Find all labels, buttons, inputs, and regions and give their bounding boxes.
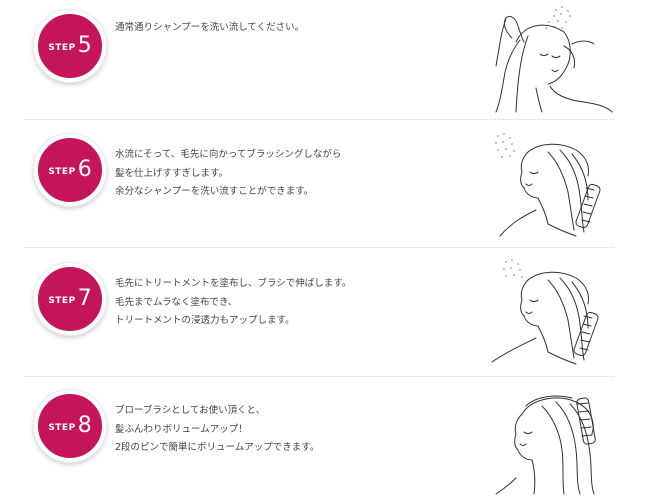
step-5-badge: STEP 5 [34,10,106,82]
step-8-description: ブローブラシとしてお使い頂くと、 髪ふんわりボリュームアップ！ 2段のピンで簡単… [115,402,445,458]
step-7-description: 毛先にトリートメントを塗布し、ブラシで伸ばします。 毛先までムラなく塗布でき、 … [115,275,445,331]
step-label: STEP [48,423,76,433]
step-6-illustration [495,133,601,237]
step-7-line-3: トリートメントの浸透力もアップします。 [115,315,295,326]
hair-brush-icon [573,311,599,357]
step-number: 7 [77,286,92,311]
step-divider [24,376,614,377]
step-6-line-3: 余分なシャンプーを洗い流すことができます。 [115,186,314,197]
step-divider [24,247,614,248]
step-6-line-1: 水流にそって、毛先に向かってブラッシングしながら [115,149,342,160]
step-label: STEP [48,296,76,306]
step-6-line-2: 髪を仕上げすすぎします。 [115,167,229,179]
step-number: 6 [77,157,92,182]
step-5-description: 通常通りシャンプーを洗い流してください。 [115,19,445,38]
step-label: STEP [48,167,76,177]
step-7-illustration [491,259,599,365]
step-6-description: 水流にそって、毛先に向かってブラッシングしながら 髪を仕上げすすぎします。 余分… [115,146,445,202]
step-5-illustration [495,6,613,113]
shower-spray-icon [495,133,515,158]
step-8-line-2: 髪ふんわりボリュームアップ！ [115,423,248,435]
step-number: 5 [77,33,92,58]
step-number: 8 [77,413,92,438]
step-8-illustration [495,395,596,495]
step-7-line-1: 毛先にトリートメントを塗布し、ブラシで伸ばします。 [115,278,352,289]
step-8-line-1: ブローブラシとしてお使い頂くと、 [115,405,266,416]
step-divider [24,119,614,120]
step-5-line-1: 通常通りシャンプーを洗い流してください。 [115,22,305,33]
step-8-line-3: 2段のピンで簡単にボリュームアップできます。 [115,442,320,453]
step-label: STEP [48,43,76,53]
step-7-badge: STEP 7 [34,263,106,335]
step-6-badge: STEP 6 [34,134,106,206]
step-7-line-2: 毛先までムラなく塗布でき、 [115,296,238,308]
step-8-badge: STEP 8 [34,390,106,462]
shower-spray-icon [503,259,523,278]
